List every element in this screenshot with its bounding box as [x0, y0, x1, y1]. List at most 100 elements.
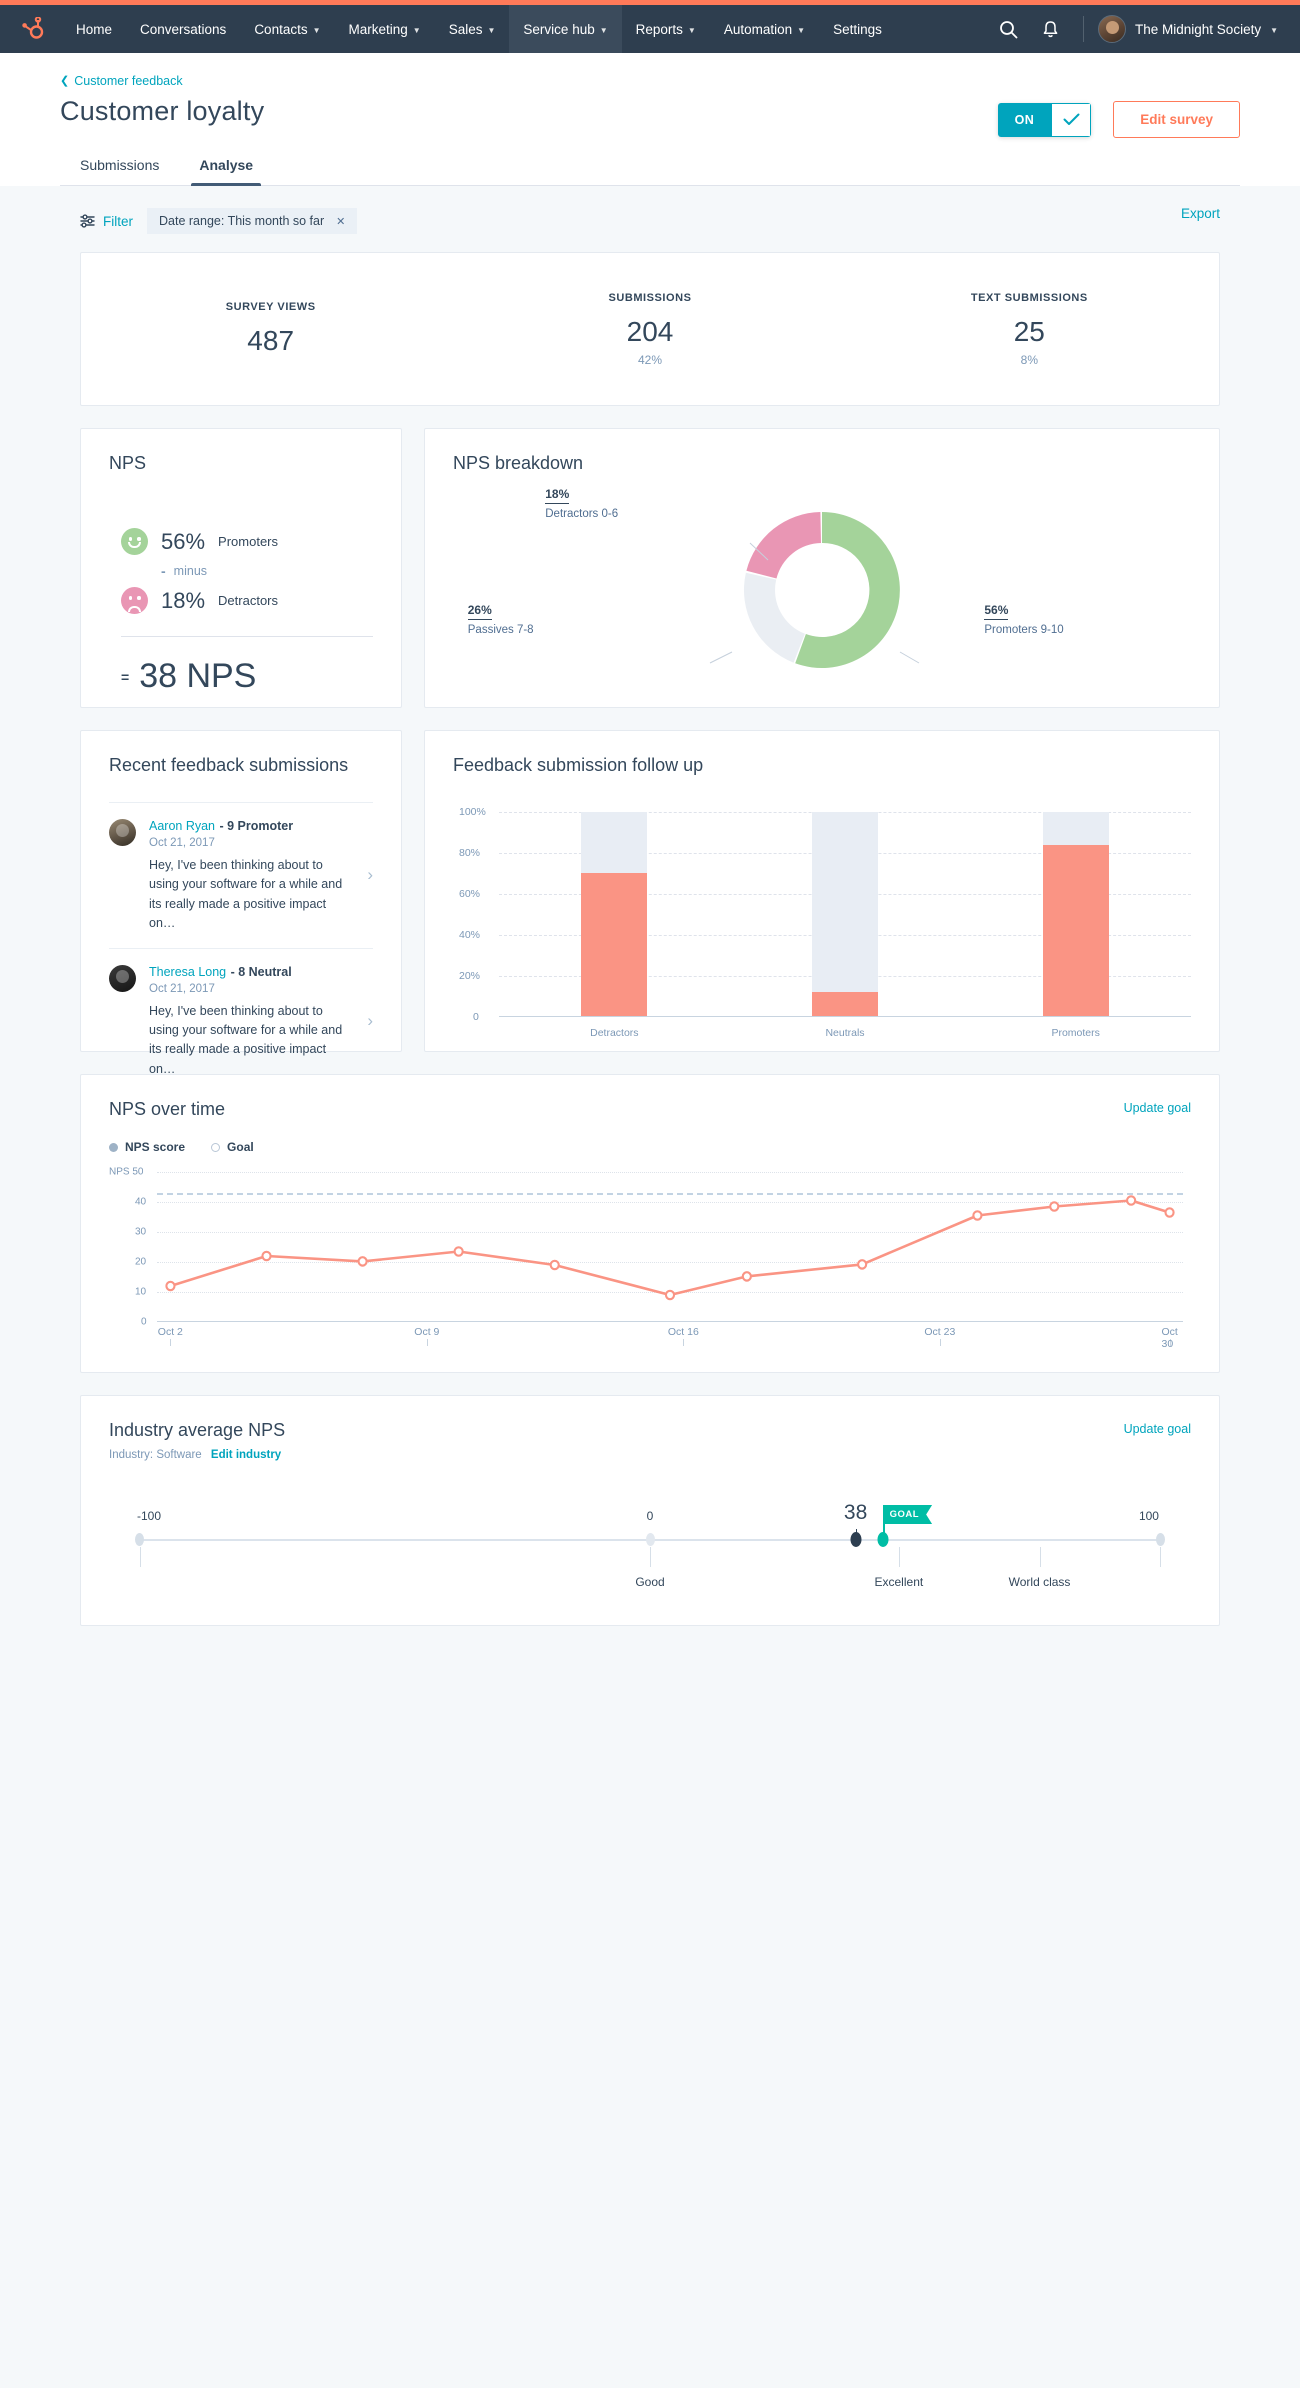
scale-tick [1039, 1547, 1041, 1567]
submission-body: Theresa Long - 8 Neutral Oct 21, 2017 He… [149, 963, 373, 1080]
x-axis-tick: Oct 30 [1161, 1326, 1178, 1350]
industry-average-card: Industry average NPS Update goal Industr… [80, 1395, 1220, 1626]
nav-item-settings[interactable]: Settings [819, 5, 896, 53]
close-icon[interactable]: ✕ [336, 215, 345, 228]
filter-button[interactable]: Filter [80, 214, 133, 229]
legend-dot-icon [109, 1142, 118, 1152]
notifications-bell-icon[interactable] [1031, 5, 1069, 53]
bar-column-detractors [499, 812, 730, 1016]
goal-marker-dot [877, 1532, 889, 1547]
page-header: ❮ Customer feedback Customer loyalty ON … [0, 53, 1300, 186]
breakdown-card-title: NPS breakdown [453, 453, 584, 473]
nps-breakdown-card: NPS breakdown 18% Detractors 0-6 26% Pas… [424, 428, 1220, 708]
promoters-label: Promoters [218, 534, 279, 549]
nav-item-automation[interactable]: Automation ▼ [710, 5, 819, 53]
date-range-filter-chip[interactable]: Date range: This month so far ✕ [147, 208, 358, 234]
minus-icon: - [161, 563, 166, 579]
nav-item-conversations[interactable]: Conversations [126, 5, 240, 53]
score-badge: - 9 Promoter [219, 819, 294, 833]
zone-label-good: Good [635, 1575, 665, 1589]
breadcrumb-label: Customer feedback [74, 73, 183, 88]
nav-item-reports[interactable]: Reports ▼ [622, 5, 710, 53]
nav-divider [1083, 16, 1085, 42]
y-axis-tick: NPS 50 [109, 1166, 144, 1178]
divider [121, 636, 373, 637]
scale-endpoint-left [135, 1533, 144, 1546]
axis-tick-mark [683, 1339, 685, 1346]
scale-label-mid: 0 [646, 1509, 654, 1523]
tab-submissions[interactable]: Submissions [60, 149, 179, 185]
nps-card: NPS 56% Promoters - minus 18% Detractors… [80, 428, 402, 708]
industry-prefix: Industry: [109, 1449, 154, 1461]
minus-row: - minus [161, 563, 373, 579]
nav-item-home[interactable]: Home [62, 5, 126, 53]
chevron-down-icon: ▼ [412, 25, 421, 35]
list-item[interactable]: Theresa Long - 8 Neutral Oct 21, 2017 He… [109, 947, 373, 1094]
x-axis-tick: Neutrals [825, 1027, 865, 1039]
axis-tick-mark [939, 1339, 941, 1346]
update-goal-link[interactable]: Update goal [1124, 1422, 1191, 1436]
nps-total-value: 38 NPS [139, 657, 257, 695]
bars-group [499, 812, 1191, 1016]
y-axis-tick: 20 [135, 1256, 147, 1268]
stat-survey-views: SURVEY VIEWS 487 [81, 301, 460, 357]
nav-right-actions: The Midnight Society ▼ [989, 5, 1282, 53]
contact-name-link[interactable]: Aaron Ryan [149, 819, 215, 833]
search-icon[interactable] [989, 5, 1027, 53]
list-item[interactable]: Aaron Ryan - 9 Promoter Oct 21, 2017 Hey… [109, 802, 373, 948]
bar-track [1042, 812, 1109, 1016]
smiley-sad-icon [121, 587, 148, 614]
update-goal-link[interactable]: Update goal [1124, 1101, 1191, 1115]
legend-item-goal[interactable]: Goal [211, 1140, 254, 1154]
nav-item-marketing[interactable]: Marketing ▼ [335, 5, 435, 53]
export-link[interactable]: Export [1181, 206, 1220, 221]
y-axis-tick: 40% [459, 929, 481, 941]
scale-label-min: -100 [136, 1509, 162, 1523]
smiley-happy-icon [121, 528, 148, 555]
filter-label: Filter [103, 213, 133, 229]
nav-items: Home Conversations Contacts ▼ Marketing … [62, 5, 896, 53]
nav-item-sales[interactable]: Sales ▼ [435, 5, 510, 53]
stat-text-submissions: TEXT SUBMISSIONS 25 8% [840, 292, 1219, 367]
y-axis-tick: 40 [135, 1196, 147, 1208]
scale-endpoint-right [1156, 1533, 1165, 1546]
scale-label-max: 100 [1138, 1509, 1159, 1523]
recent-submissions-card: Recent feedback submissions Aaron Ryan -… [80, 730, 402, 1221]
x-axis-tick: Oct 23 [924, 1326, 956, 1338]
followup-card: Feedback submission follow up 100% 80% 6… [424, 730, 1220, 1052]
donut-slice-passives [743, 572, 805, 663]
nps-over-time-card: NPS over time Update goal NPS score Goal… [80, 1074, 1220, 1373]
chevron-right-icon[interactable]: › [367, 865, 373, 885]
equals-icon: = [121, 668, 129, 685]
promoters-value: 56% [984, 602, 1009, 621]
legend-item-nps-score[interactable]: NPS score [109, 1140, 185, 1154]
nps-line-chart: NPS 50 40 30 20 10 0 Oct 2 Oct 9 Oct 16 … [109, 1167, 1191, 1350]
chevron-right-icon[interactable]: › [367, 1011, 373, 1031]
top-navigation-bar: Home Conversations Contacts ▼ Marketing … [0, 5, 1300, 53]
donut-chart: 18% Detractors 0-6 26% Passives 7-8 56% … [453, 480, 1191, 700]
x-axis-line [157, 1321, 1183, 1322]
avatar [109, 819, 136, 846]
nav-item-contacts[interactable]: Contacts ▼ [240, 5, 334, 53]
nps-marker-dot [850, 1532, 862, 1547]
hubspot-logo-icon[interactable] [18, 17, 48, 41]
nav-item-service-hub[interactable]: Service hub ▼ [509, 5, 622, 53]
edit-survey-button[interactable]: Edit survey [1113, 101, 1240, 138]
contact-name-link[interactable]: Theresa Long [149, 965, 226, 979]
y-axis-tick: 100% [459, 806, 486, 818]
header-actions: ON Edit survey [997, 101, 1240, 138]
axis-tick-mark [170, 1339, 172, 1346]
edit-industry-link[interactable]: Edit industry [211, 1449, 281, 1461]
survey-status-toggle[interactable]: ON [997, 102, 1092, 137]
bar-fill-neutrals [812, 991, 878, 1016]
tab-analyse[interactable]: Analyse [179, 149, 273, 186]
stats-row: SURVEY VIEWS 487 SUBMISSIONS 204 42% TEX… [81, 253, 1219, 405]
zone-label-excellent: Excellent [874, 1575, 924, 1589]
chevron-down-icon: ▼ [687, 25, 696, 35]
page-tabs: Submissions Analyse [60, 149, 1240, 186]
bar-track [581, 812, 648, 1016]
x-axis-labels: Detractors Neutrals Promoters [499, 1027, 1191, 1039]
breadcrumb[interactable]: ❮ Customer feedback [60, 74, 183, 88]
account-name: The Midnight Society [1135, 21, 1262, 37]
account-menu[interactable]: The Midnight Society ▼ [1098, 15, 1282, 43]
